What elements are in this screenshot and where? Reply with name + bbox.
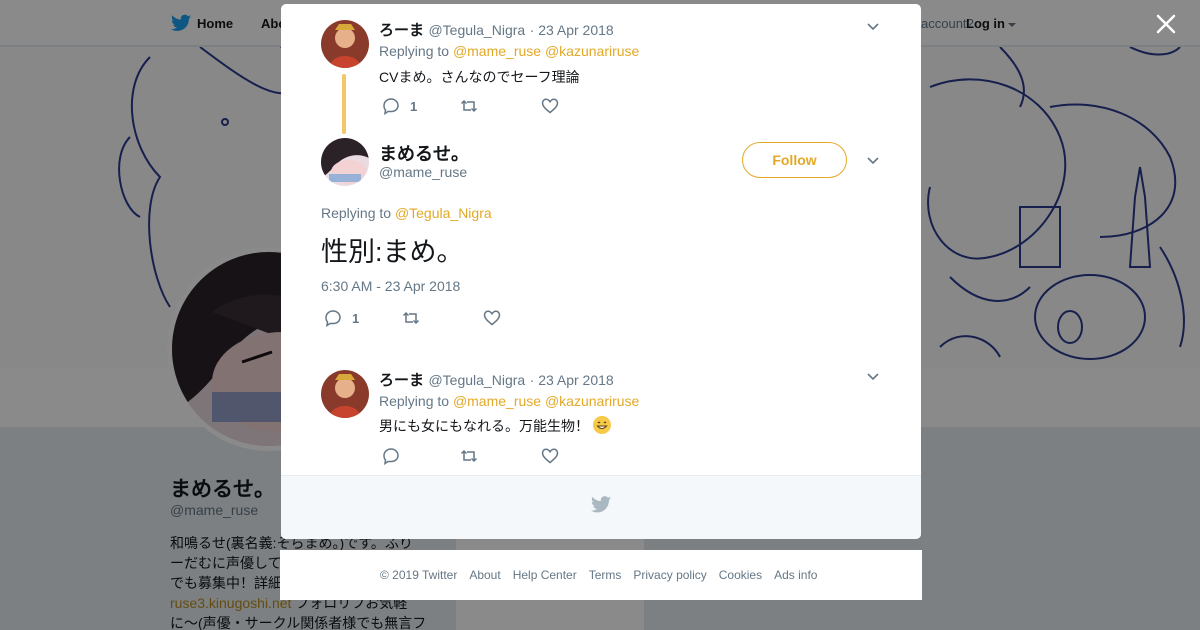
reply-button[interactable]: 1	[382, 97, 417, 115]
mention-link[interactable]: @kazunariruse	[545, 43, 639, 59]
reply-icon	[325, 310, 341, 327]
like-icon	[483, 310, 501, 326]
footer-link-terms[interactable]: Terms	[589, 568, 622, 582]
main-tweet-text: 性別:まめ。	[321, 237, 464, 267]
chevron-down-icon[interactable]	[866, 372, 880, 382]
chevron-down-icon[interactable]	[866, 156, 880, 166]
tweet-author-avatar[interactable]	[321, 20, 369, 68]
mention-link[interactable]: @mame_ruse	[453, 43, 541, 59]
close-icon[interactable]	[1155, 13, 1177, 35]
retweet-button[interactable]	[402, 309, 420, 327]
tweet-text: 男にも女にもなれる。万能生物！	[379, 416, 611, 436]
footer-link-about[interactable]: About	[469, 568, 500, 582]
tweet-author-name[interactable]: ろーま	[379, 372, 424, 389]
tweet-text-content: 男にも女にもなれる。万能生物！	[379, 418, 589, 434]
avatar-artwork	[321, 370, 369, 418]
avatar-artwork	[321, 138, 369, 186]
footer-link-privacy[interactable]: Privacy policy	[633, 568, 706, 582]
footer-link-cookies[interactable]: Cookies	[719, 568, 762, 582]
tweet-author-handle[interactable]: @Tegula_Nigra	[428, 22, 525, 38]
retweet-icon	[402, 311, 420, 325]
retweet-button[interactable]	[460, 447, 478, 465]
page-footer: © 2019 Twitter About Help Center Terms P…	[280, 550, 922, 600]
tweet-header: ろーま @Tegula_Nigra · 23 Apr 2018	[379, 369, 614, 390]
mention-link[interactable]: @mame_ruse	[453, 393, 541, 409]
retweet-button[interactable]	[460, 97, 478, 115]
replying-to: Replying to @Tegula_Nigra	[321, 205, 492, 221]
tweet-author-name[interactable]: ろーま	[379, 22, 424, 39]
reply-button[interactable]: 1	[324, 309, 359, 327]
like-button[interactable]	[483, 309, 501, 327]
footer-copyright: © 2019 Twitter	[380, 568, 458, 582]
footer-link-help[interactable]: Help Center	[513, 568, 577, 582]
grinning-emoji-icon	[592, 416, 611, 434]
tweet-modal: ろーま @Tegula_Nigra · 23 Apr 2018 Replying…	[281, 4, 921, 539]
like-button[interactable]	[541, 97, 559, 115]
reply-count: 1	[410, 98, 418, 114]
like-icon	[541, 98, 559, 114]
follow-button[interactable]: Follow	[742, 142, 847, 178]
reply-icon	[383, 98, 399, 115]
tweet-date[interactable]: · 23 Apr 2018	[530, 22, 614, 38]
twitter-bird-icon	[591, 496, 611, 513]
reply-icon	[383, 448, 399, 465]
chevron-down-icon[interactable]	[866, 22, 880, 32]
tweet-date[interactable]: · 23 Apr 2018	[530, 372, 614, 388]
main-author-name[interactable]: まめるせ。	[379, 144, 469, 164]
replying-to-label: Replying to	[321, 205, 392, 221]
reply-button[interactable]	[382, 447, 400, 465]
tweet-author-avatar[interactable]	[321, 138, 369, 186]
replying-to: Replying to @mame_ruse @kazunariruse	[379, 43, 639, 59]
replying-to-label: Replying to	[379, 393, 450, 409]
replying-to-label: Replying to	[379, 43, 450, 59]
main-author-handle[interactable]: @mame_ruse	[379, 164, 467, 180]
tweet-text: CVまめ。さんなのでセーフ理論	[379, 69, 580, 85]
tweet-timestamp[interactable]: 6:30 AM - 23 Apr 2018	[321, 278, 460, 294]
replying-to: Replying to @mame_ruse @kazunariruse	[379, 393, 639, 409]
mention-link[interactable]: @Tegula_Nigra	[395, 205, 492, 221]
tweet-header: ろーま @Tegula_Nigra · 23 Apr 2018	[379, 19, 614, 40]
tweet-author-handle[interactable]: @Tegula_Nigra	[428, 372, 525, 388]
mention-link[interactable]: @kazunariruse	[545, 393, 639, 409]
retweet-icon	[460, 99, 478, 113]
reply-count: 1	[352, 310, 360, 326]
avatar-artwork	[321, 20, 369, 68]
tweet-author-name[interactable]: まめるせ。	[379, 140, 469, 166]
like-icon	[541, 448, 559, 464]
tweet-author-avatar[interactable]	[321, 370, 369, 418]
retweet-icon	[460, 449, 478, 463]
footer-link-ads[interactable]: Ads info	[774, 568, 817, 582]
modal-footer	[281, 475, 921, 539]
like-button[interactable]	[541, 447, 559, 465]
thread-connector-line	[342, 74, 346, 134]
